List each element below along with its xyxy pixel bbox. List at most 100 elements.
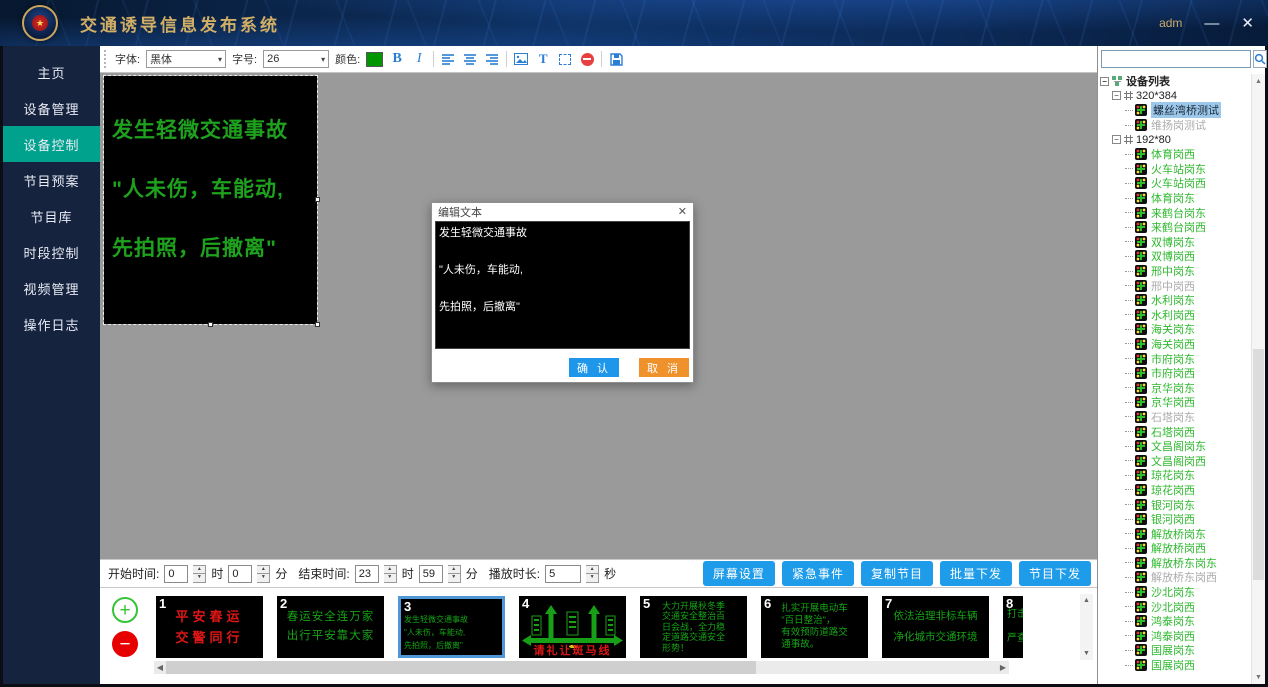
tree-device-item[interactable]: 京华岗东	[1100, 380, 1250, 395]
tree-device-item[interactable]: 石塔岗东	[1100, 410, 1250, 425]
tree-device-item[interactable]: 火车站岗西	[1100, 176, 1250, 191]
color-swatch[interactable]	[366, 52, 383, 67]
end-minute-stepper[interactable]: ▲▼	[448, 565, 461, 583]
tree-device-item[interactable]: 京华岗西	[1100, 395, 1250, 410]
tree-device-item[interactable]: 市府岗西	[1100, 366, 1250, 381]
add-program-button[interactable]: +	[112, 597, 138, 623]
tree-device-item[interactable]: 水利岗东	[1100, 293, 1250, 308]
tree-device-item[interactable]: 市府岗东	[1100, 351, 1250, 366]
scroll-right-icon[interactable]: ▶	[997, 661, 1009, 674]
end-minute-input[interactable]: 59	[419, 565, 443, 583]
tree-device-item[interactable]: 鸿泰岗东	[1100, 614, 1250, 629]
align-left-icon[interactable]	[440, 50, 456, 68]
scroll-up-icon[interactable]: ▲	[1080, 594, 1093, 607]
duration-stepper[interactable]: ▲▼	[586, 565, 599, 583]
playlist-thumb-3[interactable]: 3发生轻微交通事故"人未伤，车能动,先拍照，后撤离"	[398, 596, 505, 658]
tree-device-item[interactable]: 文昌阁岗西	[1100, 453, 1250, 468]
tree-device-item[interactable]: 来鹤台岗东	[1100, 205, 1250, 220]
scroll-down-icon[interactable]: ▼	[1080, 647, 1093, 660]
marquee-region-icon[interactable]	[557, 50, 573, 68]
dialog-close-icon[interactable]: ✕	[678, 205, 687, 218]
program-send-button[interactable]: 节目下发	[1019, 561, 1091, 586]
insert-text-icon[interactable]: T	[535, 50, 551, 68]
playlist-thumb-8[interactable]: 8打击改装"灯严查严处"机	[1003, 596, 1023, 658]
end-hour-input[interactable]: 23	[355, 565, 379, 583]
tree-device-item[interactable]: 沙北岗东	[1100, 585, 1250, 600]
scrollbar-thumb[interactable]	[166, 661, 756, 674]
tree-device-item[interactable]: 双博岗东	[1100, 235, 1250, 250]
tree-group-192x80[interactable]: −192*80	[1100, 132, 1250, 147]
led-preview-panel[interactable]: 发生轻微交通事故 "人未伤，车能动, 先拍照，后撤离"	[104, 76, 317, 324]
dialog-textarea[interactable]: 发生轻微交通事故 "人未伤，车能动, 先拍照，后撤离"	[435, 221, 690, 349]
tree-device-item[interactable]: 来鹤台岗西	[1100, 220, 1250, 235]
font-size-select[interactable]: 26 ▾	[263, 50, 329, 68]
tree-device-item[interactable]: 解放桥东岗东	[1100, 556, 1250, 571]
tree-device-item[interactable]: 体育岗西	[1100, 147, 1250, 162]
save-icon[interactable]	[608, 50, 624, 68]
sidebar-item-period-control[interactable]: 时段控制	[3, 234, 100, 270]
start-minute-stepper[interactable]: ▲▼	[257, 565, 270, 583]
collapse-icon[interactable]: −	[1112, 91, 1121, 100]
collapse-icon[interactable]: −	[1100, 77, 1109, 86]
start-minute-input[interactable]: 0	[228, 565, 252, 583]
sidebar-item-program-plan[interactable]: 节目预案	[3, 162, 100, 198]
scroll-down-icon[interactable]: ▼	[1252, 670, 1265, 684]
confirm-button[interactable]: 确 认	[569, 358, 619, 377]
playlist-thumb-2[interactable]: 2春运安全连万家出行平安靠大家	[277, 596, 384, 658]
emergency-event-button[interactable]: 紧急事件	[782, 561, 854, 586]
playlist-thumb-1[interactable]: 1平安春运交警同行	[156, 596, 263, 658]
playlist-thumb-6[interactable]: 6扎实开展电动车"百日整治"，有效预防道路交通事故。	[761, 596, 868, 658]
duration-input[interactable]: 5	[545, 565, 581, 583]
tree-device-item[interactable]: 螺丝湾桥测试	[1100, 103, 1250, 118]
tree-device-item[interactable]: 文昌阁岗东	[1100, 439, 1250, 454]
tree-device-item[interactable]: 火车站岗东	[1100, 162, 1250, 177]
sidebar-item-video-manage[interactable]: 视频管理	[3, 270, 100, 306]
scroll-up-icon[interactable]: ▲	[1252, 74, 1265, 88]
playlist-thumb-7[interactable]: 7依法治理非标车辆净化城市交通环境	[882, 596, 989, 658]
tree-device-item[interactable]: 鸿泰岗西	[1100, 629, 1250, 644]
start-hour-input[interactable]: 0	[164, 565, 188, 583]
tree-device-item[interactable]: 水利岗西	[1100, 308, 1250, 323]
tree-device-item[interactable]: 银河岗东	[1100, 497, 1250, 512]
start-hour-stepper[interactable]: ▲▼	[193, 565, 206, 583]
tree-device-item[interactable]: 双博岗西	[1100, 249, 1250, 264]
tree-group-320x384[interactable]: −320*384	[1100, 89, 1250, 104]
device-search-input[interactable]	[1101, 50, 1251, 68]
collapse-icon[interactable]: −	[1112, 135, 1121, 144]
dialog-title-bar[interactable]: 编辑文本 ✕	[432, 203, 693, 220]
resize-handle[interactable]	[208, 322, 213, 327]
screen-settings-button[interactable]: 屏幕设置	[703, 561, 775, 586]
end-hour-stepper[interactable]: ▲▼	[384, 565, 397, 583]
insert-image-icon[interactable]	[513, 50, 529, 68]
cancel-button[interactable]: 取 消	[639, 358, 689, 377]
tree-device-item[interactable]: 解放桥岗东	[1100, 526, 1250, 541]
tree-device-item[interactable]: 解放桥东岗西	[1100, 570, 1250, 585]
design-canvas[interactable]: 发生轻微交通事故 "人未伤，车能动, 先拍照，后撤离" 编辑文本 ✕ 发生轻微交…	[100, 73, 1097, 559]
sidebar-item-program-library[interactable]: 节目库	[3, 198, 100, 234]
sidebar-item-device-manage[interactable]: 设备管理	[3, 90, 100, 126]
tree-device-item[interactable]: 邢中岗西	[1100, 278, 1250, 293]
thumbnail-vertical-scrollbar[interactable]: ▲ ▼	[1080, 594, 1093, 660]
batch-send-button[interactable]: 批量下发	[940, 561, 1012, 586]
resize-handle[interactable]	[315, 322, 320, 327]
close-icon[interactable]: ✕	[1241, 16, 1254, 31]
tree-device-item[interactable]: 邢中岗东	[1100, 264, 1250, 279]
tree-device-item[interactable]: 解放桥岗西	[1100, 541, 1250, 556]
tree-device-item[interactable]: 沙北岗西	[1100, 599, 1250, 614]
tree-device-item[interactable]: 海关岗东	[1100, 322, 1250, 337]
align-right-icon[interactable]	[484, 50, 500, 68]
playlist-thumb-5[interactable]: 5大力开展秋冬季交通安全整治百日会战，全力稳定道路交通安全形势！	[640, 596, 747, 658]
minimize-icon[interactable]: —	[1204, 16, 1219, 31]
thumbnail-horizontal-scrollbar[interactable]: ◀ ▶	[154, 661, 1009, 674]
tree-device-item[interactable]: 海关岗西	[1100, 337, 1250, 352]
remove-program-button[interactable]: −	[112, 631, 138, 657]
user-name[interactable]: adm	[1159, 16, 1182, 30]
device-panel-scrollbar[interactable]: ▲ ▼	[1251, 74, 1265, 684]
tree-device-item[interactable]: 银河岗西	[1100, 512, 1250, 527]
delete-item-icon[interactable]	[579, 50, 595, 68]
scrollbar-thumb[interactable]	[1253, 349, 1264, 581]
sidebar-item-device-control[interactable]: 设备控制	[3, 126, 100, 162]
tree-device-item[interactable]: 琼花岗东	[1100, 468, 1250, 483]
tree-device-item[interactable]: 国展岗西	[1100, 658, 1250, 673]
bold-button[interactable]: B	[389, 50, 405, 68]
